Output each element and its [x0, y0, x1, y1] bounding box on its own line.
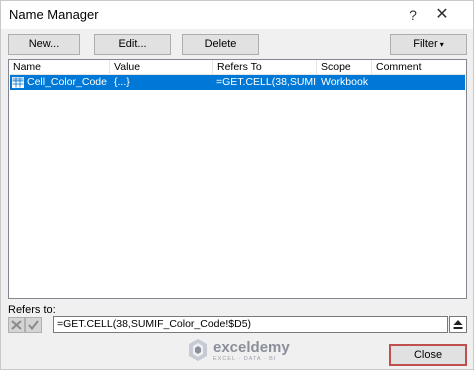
filter-button-label: Filter — [413, 38, 438, 50]
checkmark-icon — [28, 320, 39, 331]
named-range-icon — [12, 77, 24, 88]
cancel-edit-button[interactable] — [8, 317, 25, 333]
delete-button-label: Delete — [204, 38, 237, 50]
range-select-icon — [453, 320, 463, 329]
filter-button[interactable]: Filter ▾ — [390, 34, 467, 55]
cell-scope: Workbook — [321, 76, 369, 88]
chevron-down-icon: ▾ — [439, 40, 444, 49]
cell-refers-to: =GET.CELL(38,SUMIF_ — [216, 76, 317, 88]
exceldemy-logo-icon — [189, 339, 207, 361]
accept-edit-button[interactable] — [25, 317, 42, 333]
name-manager-dialog: Name Manager ? ✕ New... Edit... Delete F… — [0, 0, 474, 370]
column-header-refers-to[interactable]: Refers To — [213, 60, 317, 75]
watermark-text: exceldemy — [213, 339, 290, 356]
new-button[interactable]: New... — [8, 34, 80, 55]
column-header-name[interactable]: Name — [9, 60, 110, 75]
edit-button-label: Edit... — [118, 38, 147, 50]
cell-comment — [376, 75, 464, 90]
delete-button[interactable]: Delete — [182, 34, 259, 55]
refers-to-input[interactable]: =GET.CELL(38,SUMIF_Color_Code!$D5) — [53, 316, 448, 333]
cell-name: Cell_Color_Code — [27, 76, 107, 88]
cancel-x-icon — [11, 320, 22, 330]
close-button-label: Close — [413, 349, 443, 361]
dialog-title: Name Manager — [9, 7, 99, 22]
column-header-comment[interactable]: Comment — [372, 60, 466, 75]
close-button[interactable]: Close — [389, 344, 467, 366]
collapse-dialog-button[interactable] — [449, 316, 467, 333]
window-close-button[interactable]: ✕ — [429, 4, 455, 26]
list-header: Name Value Refers To Scope Comment — [9, 60, 466, 75]
refers-to-label: Refers to: — [8, 304, 56, 316]
new-button-label: New... — [28, 38, 60, 50]
help-button[interactable]: ? — [401, 4, 425, 26]
column-header-value[interactable]: Value — [110, 60, 213, 75]
list-item[interactable]: Cell_Color_Code {...} =GET.CELL(38,SUMIF… — [10, 75, 465, 90]
column-header-scope[interactable]: Scope — [317, 60, 372, 75]
title-bar: Name Manager ? ✕ — [1, 1, 473, 29]
watermark-subtext: EXCEL · DATA · BI — [213, 356, 277, 362]
names-list[interactable]: Name Value Refers To Scope Comment Cell_… — [8, 59, 467, 299]
cell-value: {...} — [114, 76, 130, 88]
edit-button[interactable]: Edit... — [94, 34, 171, 55]
